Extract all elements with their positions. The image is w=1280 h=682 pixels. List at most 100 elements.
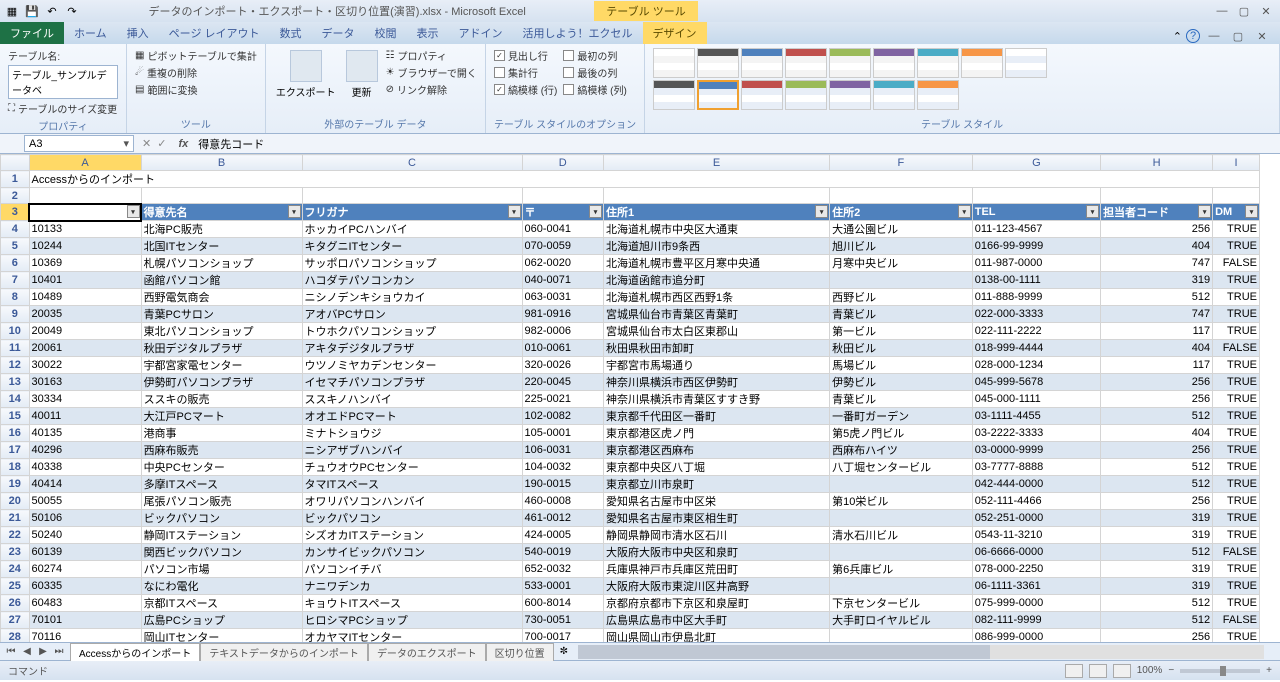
row-header[interactable]: 13: [1, 374, 30, 391]
cell[interactable]: 関西ビックパソコン: [141, 544, 302, 561]
cell[interactable]: 0138-00-1111: [972, 272, 1100, 289]
cell[interactable]: 256: [1101, 391, 1213, 408]
fx-icon[interactable]: fx: [174, 138, 192, 150]
sheet-tab-active[interactable]: Accessからのインポート: [70, 643, 200, 661]
banded-cols-checkbox[interactable]: 縞模様 (列): [563, 82, 626, 97]
zoom-in-icon[interactable]: +: [1266, 665, 1272, 676]
cell[interactable]: ススキノハンバイ: [302, 391, 522, 408]
sheet-nav-prev-icon[interactable]: ◀: [20, 646, 34, 657]
filter-icon[interactable]: ▾: [1086, 205, 1099, 218]
cell[interactable]: 東京都立川市泉町: [604, 476, 830, 493]
table-header-cell[interactable]: 〒▾: [522, 204, 603, 221]
maximize-icon[interactable]: ▢: [1234, 3, 1254, 19]
cell[interactable]: 第一ビル: [830, 323, 973, 340]
cell[interactable]: 岡山ITセンター: [141, 629, 302, 643]
cell[interactable]: ヒロシマPCショップ: [302, 612, 522, 629]
row-header[interactable]: 4: [1, 221, 30, 238]
cell[interactable]: [141, 188, 302, 204]
sheet-nav-first-icon[interactable]: ⏮: [4, 646, 18, 657]
cell[interactable]: 宇都宮家電センター: [141, 357, 302, 374]
cell[interactable]: 512: [1101, 408, 1213, 425]
tab-file[interactable]: ファイル: [0, 22, 64, 44]
row-header[interactable]: 24: [1, 561, 30, 578]
row-header[interactable]: 6: [1, 255, 30, 272]
cell[interactable]: 600-8014: [522, 595, 603, 612]
page-break-view-icon[interactable]: [1113, 664, 1131, 678]
cell[interactable]: 105-0001: [522, 425, 603, 442]
cell[interactable]: 319: [1101, 561, 1213, 578]
cell[interactable]: [830, 510, 973, 527]
cell[interactable]: カンサイビックパソコン: [302, 544, 522, 561]
cell[interactable]: 尾張パソコン販売: [141, 493, 302, 510]
cell[interactable]: 東京都港区西麻布: [604, 442, 830, 459]
row-header[interactable]: 27: [1, 612, 30, 629]
undo-icon[interactable]: ↶: [44, 3, 60, 19]
cell[interactable]: 102-0082: [522, 408, 603, 425]
cell[interactable]: 104-0032: [522, 459, 603, 476]
cell[interactable]: ミナトショウジ: [302, 425, 522, 442]
table-header-cell[interactable]: 住所1▾: [604, 204, 830, 221]
cell[interactable]: 652-0032: [522, 561, 603, 578]
cell[interactable]: 宇都宮市馬場通り: [604, 357, 830, 374]
tab-item[interactable]: ホーム: [64, 22, 117, 44]
cell[interactable]: 広島PCショップ: [141, 612, 302, 629]
style-swatch[interactable]: [873, 80, 915, 110]
row-header[interactable]: 22: [1, 527, 30, 544]
cell[interactable]: [604, 188, 830, 204]
cell[interactable]: 静岡ITステーション: [141, 527, 302, 544]
cell[interactable]: [830, 629, 973, 643]
cell[interactable]: FALSE: [1213, 544, 1260, 561]
cell[interactable]: TRUE: [1213, 357, 1260, 374]
cell[interactable]: [972, 188, 1100, 204]
cell[interactable]: [830, 188, 973, 204]
export-button[interactable]: エクスポート: [274, 48, 338, 101]
enter-icon[interactable]: ✓: [157, 137, 166, 150]
tab-item[interactable]: 表示: [407, 22, 449, 44]
sheet-tab[interactable]: データのエクスポート: [368, 643, 486, 661]
cell[interactable]: 神奈川県横浜市青葉区すすき野: [604, 391, 830, 408]
cell[interactable]: 西野電気商会: [141, 289, 302, 306]
cell[interactable]: 10133: [29, 221, 141, 238]
cell[interactable]: オワリパソコンハンバイ: [302, 493, 522, 510]
sheet-nav-next-icon[interactable]: ▶: [36, 646, 50, 657]
formula-bar[interactable]: 得意先コード: [192, 135, 1280, 153]
sheet-tab[interactable]: テキストデータからのインポート: [200, 643, 368, 661]
cell[interactable]: FALSE: [1213, 612, 1260, 629]
cell[interactable]: TRUE: [1213, 527, 1260, 544]
cell[interactable]: 50055: [29, 493, 141, 510]
filter-icon[interactable]: ▾: [508, 205, 521, 218]
cell[interactable]: 0543-11-3210: [972, 527, 1100, 544]
cell[interactable]: なにわ電化: [141, 578, 302, 595]
table-header-cell[interactable]: TEL▾: [972, 204, 1100, 221]
style-swatch[interactable]: [961, 48, 1003, 78]
style-swatch[interactable]: [829, 80, 871, 110]
cell[interactable]: 一番町ガーデン: [830, 408, 973, 425]
cell[interactable]: 20061: [29, 340, 141, 357]
cell[interactable]: [830, 544, 973, 561]
cell[interactable]: 03-0000-9999: [972, 442, 1100, 459]
cell[interactable]: 052-111-4466: [972, 493, 1100, 510]
cell[interactable]: 秋田ビル: [830, 340, 973, 357]
first-col-checkbox[interactable]: 最初の列: [563, 48, 626, 63]
cell[interactable]: 愛知県名古屋市中区栄: [604, 493, 830, 510]
sheet-tab[interactable]: 区切り位置: [486, 643, 554, 661]
cell[interactable]: 512: [1101, 544, 1213, 561]
cell[interactable]: 30163: [29, 374, 141, 391]
style-swatch[interactable]: [741, 48, 783, 78]
cell[interactable]: 40414: [29, 476, 141, 493]
cell[interactable]: 06-1111-3361: [972, 578, 1100, 595]
tab-item[interactable]: 活用しよう！エクセル: [513, 22, 643, 44]
cell[interactable]: 岡山県岡山市伊島北町: [604, 629, 830, 643]
style-swatch[interactable]: [829, 48, 871, 78]
cell[interactable]: 北国ITセンター: [141, 238, 302, 255]
row-header[interactable]: 3: [1, 204, 30, 221]
cell[interactable]: TRUE: [1213, 425, 1260, 442]
pivot-button[interactable]: ▦ピボットテーブルで集計: [135, 48, 257, 63]
column-header[interactable]: B: [141, 155, 302, 171]
cell[interactable]: オカヤマITセンター: [302, 629, 522, 643]
table-header-cell[interactable]: DM▾: [1213, 204, 1260, 221]
cell[interactable]: [830, 272, 973, 289]
cell[interactable]: TRUE: [1213, 272, 1260, 289]
cell[interactable]: 大阪府大阪市東淀川区井高野: [604, 578, 830, 595]
cell[interactable]: 京都ITスペース: [141, 595, 302, 612]
